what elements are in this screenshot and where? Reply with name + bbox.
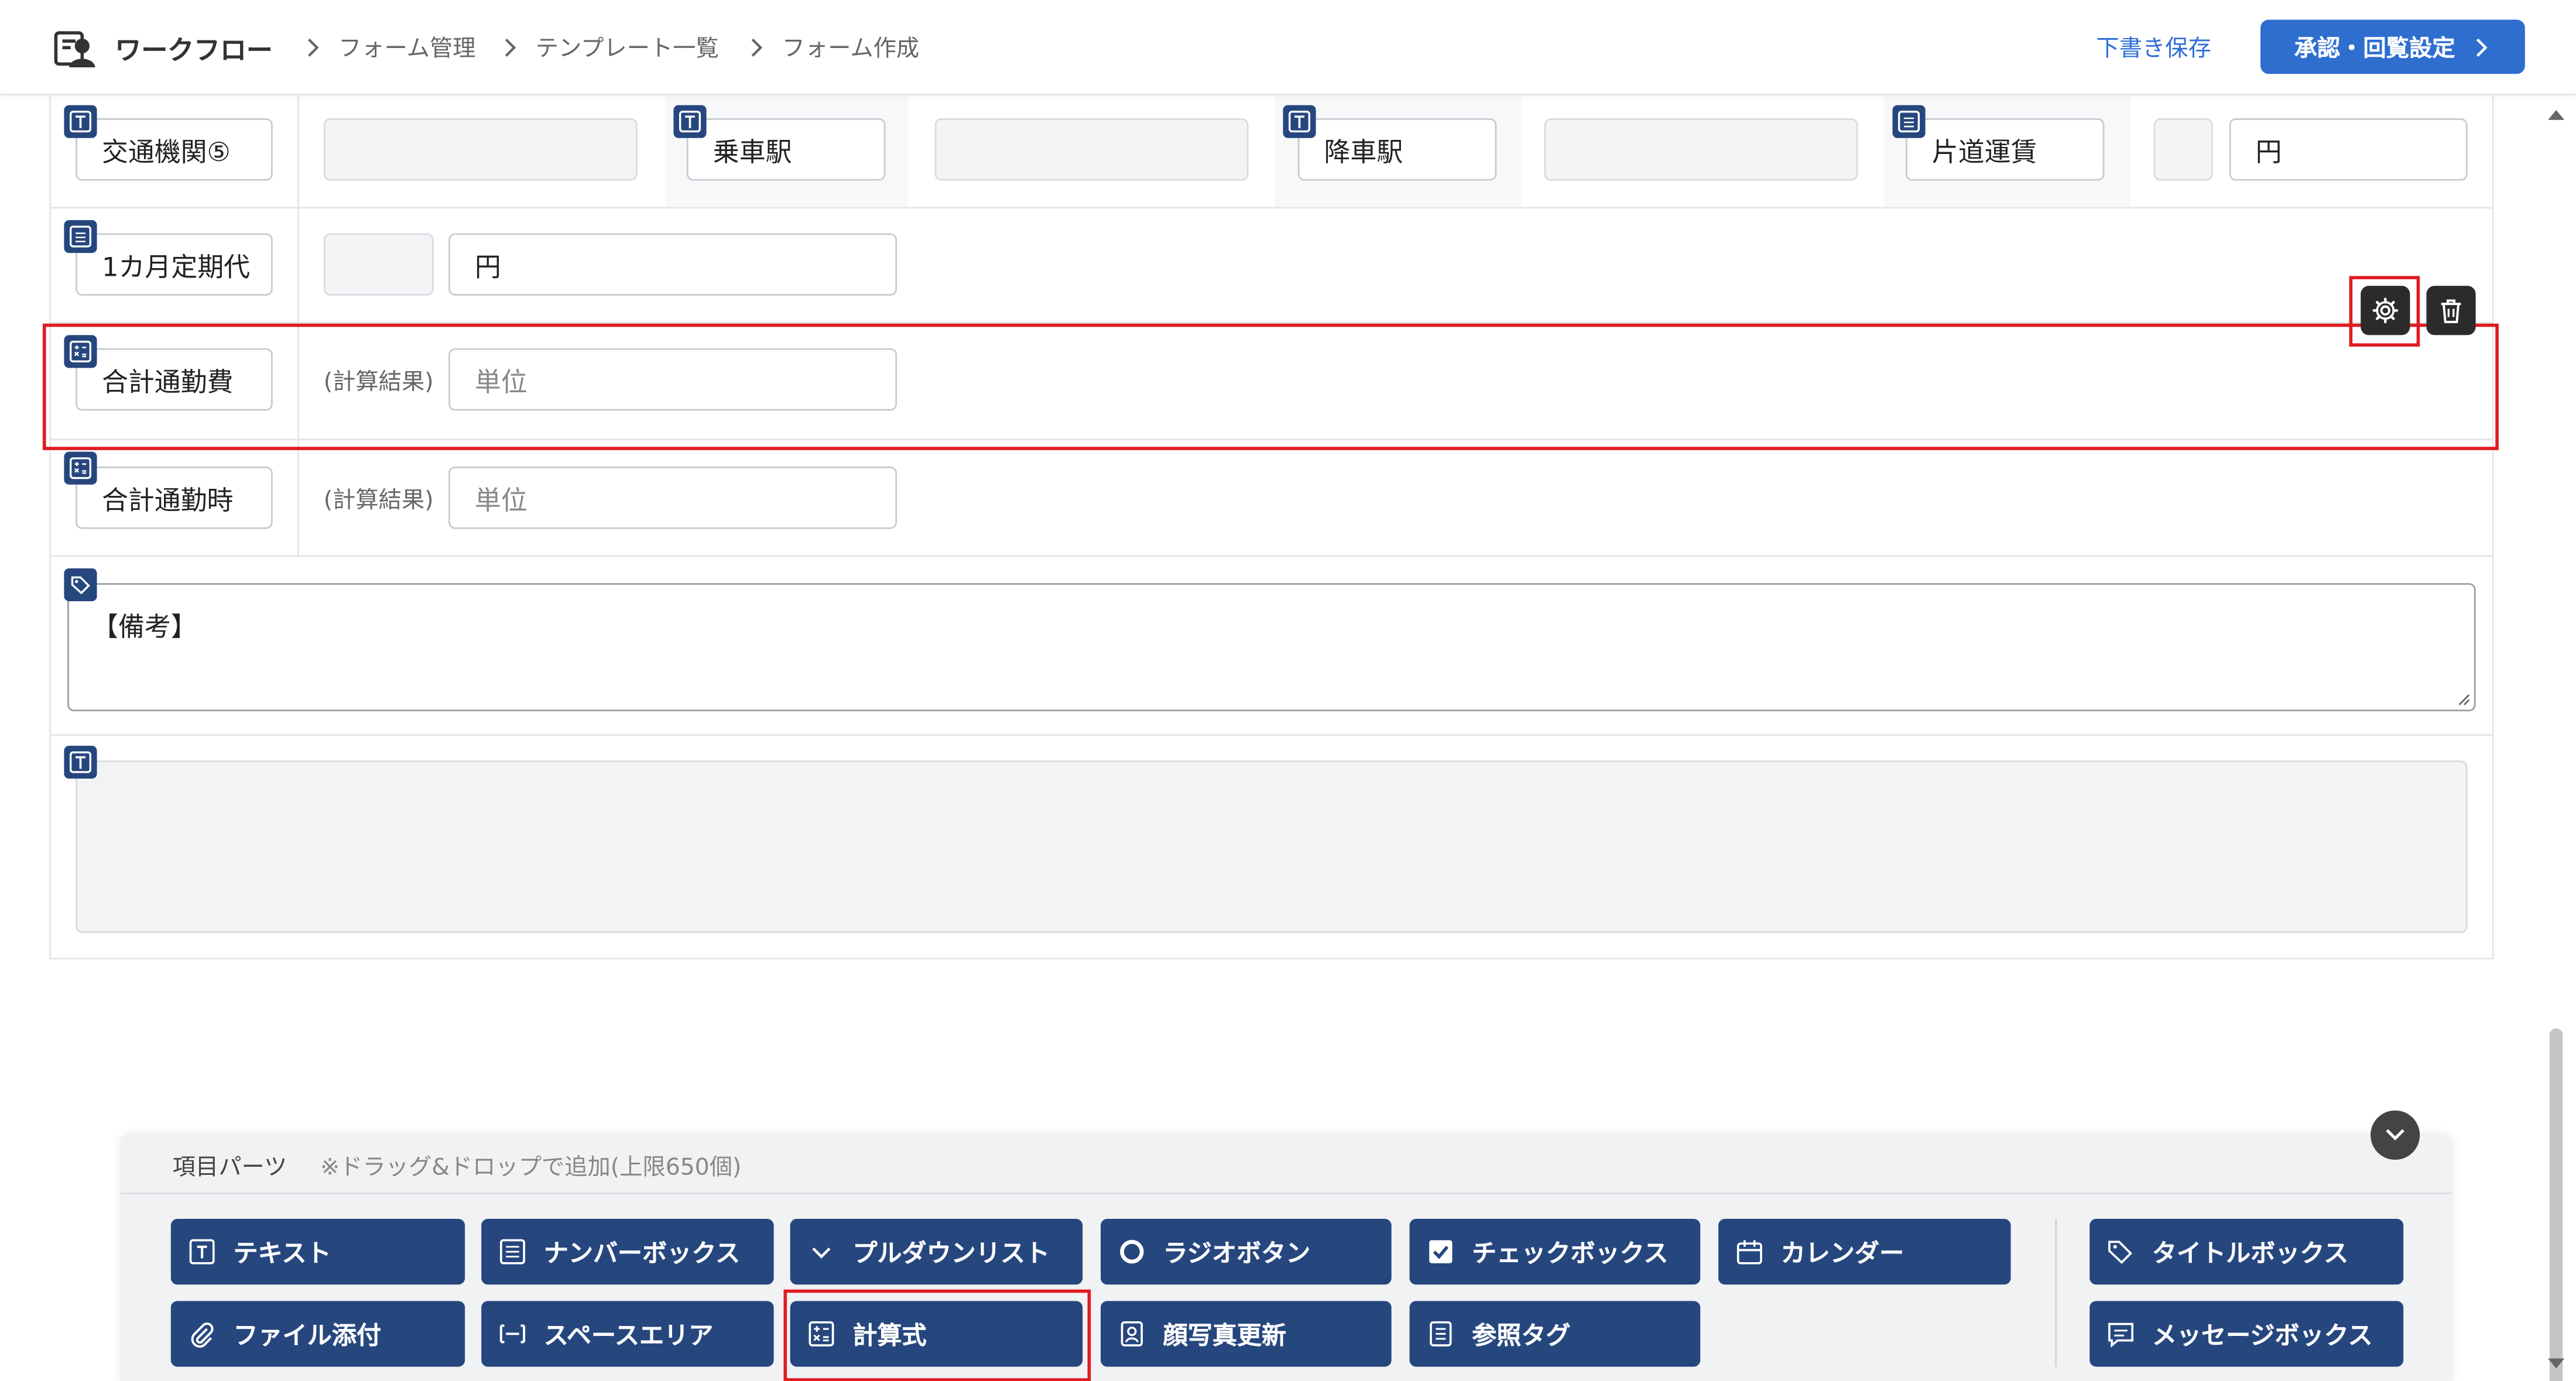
part-calendar[interactable]: カレンダー <box>1718 1219 2011 1285</box>
space-icon <box>499 1324 526 1344</box>
total-commute-time-label[interactable]: 合計通勤時 <box>76 466 273 529</box>
part-face-photo-update[interactable]: 顔写真更新 <box>1101 1301 1392 1367</box>
part-reference-tag[interactable]: 参照タグ <box>1409 1301 1701 1367</box>
breadcrumb-chevron-icon <box>751 38 763 57</box>
message-icon <box>2108 1322 2134 1348</box>
number-icon <box>500 1239 525 1265</box>
app-title[interactable]: ワークフロー <box>115 0 272 95</box>
part-title-box[interactable]: タイトルボックス <box>2089 1219 2404 1285</box>
tag-type-icon <box>64 568 97 601</box>
transport-row[interactable]: 交通機関⑤ 乗車駅 降車駅 片道運賃 円 <box>50 95 2492 209</box>
breadcrumb-form-create: フォーム作成 <box>782 36 920 63</box>
settings-highlight <box>2349 276 2420 347</box>
one-way-fare-label[interactable]: 片道運賃 <box>1905 118 2105 181</box>
paperclip-icon <box>191 1322 214 1348</box>
alighting-station-label[interactable]: 降車駅 <box>1297 118 1497 181</box>
calc-result-note: (計算結果) <box>323 488 434 515</box>
checkbox-icon <box>1429 1240 1453 1263</box>
boarding-station-input[interactable] <box>934 118 1249 181</box>
total-commute-time-row[interactable]: 合計通勤時 (計算結果) 単位 <box>50 440 2492 557</box>
breadcrumb-chevron-icon <box>308 38 319 57</box>
selected-row-highlight <box>42 323 2499 450</box>
number-type-icon <box>1892 105 1926 138</box>
calculation-part-highlight <box>783 1289 1091 1381</box>
part-number-box[interactable]: ナンバーボックス <box>481 1219 774 1285</box>
calendar-icon <box>1736 1240 1762 1265</box>
breadcrumb-chevron-icon <box>505 38 516 57</box>
text-type-icon <box>1283 105 1316 138</box>
chevron-down-icon <box>2386 1129 2404 1141</box>
text-area-row[interactable] <box>51 736 2492 959</box>
part-space-area[interactable]: スペースエリア <box>481 1301 774 1367</box>
text-type-icon <box>64 745 97 779</box>
part-file-attach[interactable]: ファイル添付 <box>170 1301 465 1367</box>
monthly-pass-input[interactable] <box>323 233 434 296</box>
calculator-type-icon <box>64 451 97 485</box>
breadcrumb-template-list[interactable]: テンプレート一覧 <box>536 0 719 95</box>
form-builder-app: ワークフロー フォーム管理 テンプレート一覧 フォーム作成 下書き保存 承認・回… <box>0 0 2576 1381</box>
part-text[interactable]: テキスト <box>170 1219 465 1285</box>
approval-settings-label: 承認・回覧設定 <box>2294 35 2455 62</box>
number-type-icon <box>64 220 97 253</box>
text-type-icon <box>673 105 707 138</box>
trash-icon <box>2441 299 2461 323</box>
scroll-thumb[interactable] <box>2549 1028 2563 1381</box>
collapse-palette-button[interactable] <box>2371 1110 2420 1160</box>
part-pulldown-list[interactable]: プルダウンリスト <box>790 1219 1083 1285</box>
transport-input[interactable] <box>323 118 638 181</box>
workflow-logo-icon <box>54 31 95 68</box>
vertical-scrollbar[interactable] <box>2543 98 2576 1381</box>
header-bar: ワークフロー フォーム管理 テンプレート一覧 フォーム作成 下書き保存 承認・回… <box>0 0 2576 95</box>
fare-unit-field[interactable]: 円 <box>2229 118 2468 181</box>
scroll-up-icon[interactable] <box>2548 110 2565 120</box>
resize-grip-icon[interactable] <box>2456 691 2471 706</box>
text-icon <box>189 1239 215 1265</box>
total-commute-time-unit-field[interactable]: 単位 <box>448 466 898 529</box>
part-checkbox[interactable]: チェックボックス <box>1409 1219 1701 1285</box>
delete-button[interactable] <box>2426 286 2476 335</box>
part-message-box[interactable]: メッセージボックス <box>2089 1301 2404 1367</box>
monthly-pass-unit-field[interactable]: 円 <box>448 233 898 296</box>
text-type-icon <box>64 105 97 138</box>
approval-settings-button[interactable]: 承認・回覧設定 <box>2260 19 2525 74</box>
list-icon <box>1430 1321 1452 1346</box>
draft-save-link[interactable]: 下書き保存 <box>2096 0 2211 95</box>
monthly-pass-label[interactable]: 1カ月定期代 <box>76 233 273 296</box>
remarks-textarea[interactable]: 【備考】 <box>67 583 2476 711</box>
monthly-pass-row[interactable]: 1カ月定期代 円 <box>50 208 2492 324</box>
parts-palette: 項目パーツ ※ドラッグ&ドロップで追加(上限650個) テキスト ナンバーボック… <box>119 1133 2453 1381</box>
portrait-icon <box>1121 1321 1143 1346</box>
one-way-fare-input[interactable] <box>2153 118 2213 181</box>
form-canvas: 交通機関⑤ 乗車駅 降車駅 片道運賃 円 1カ月定期代 円 合計通勤費 (計算結… <box>49 95 2494 959</box>
tag-icon <box>2108 1240 2132 1264</box>
scroll-down-icon[interactable] <box>2548 1358 2565 1369</box>
breadcrumb-form-management[interactable]: フォーム管理 <box>338 0 476 95</box>
radio-icon <box>1120 1239 1144 1264</box>
remarks-text: 【備考】 <box>92 611 197 643</box>
palette-note: ※ドラッグ&ドロップで追加(上限650個) <box>320 1154 742 1181</box>
boarding-station-label[interactable]: 乗車駅 <box>686 118 886 181</box>
part-radio-button[interactable]: ラジオボタン <box>1101 1219 1392 1285</box>
remarks-row[interactable]: 【備考】 <box>50 557 2492 736</box>
empty-text-box[interactable] <box>76 760 2468 933</box>
palette-title: 項目パーツ <box>172 1154 287 1181</box>
chevron-down-icon <box>812 1247 831 1259</box>
chevron-right-icon <box>2475 37 2487 56</box>
alighting-station-input[interactable] <box>1544 118 1858 181</box>
transport-label[interactable]: 交通機関⑤ <box>76 118 273 181</box>
